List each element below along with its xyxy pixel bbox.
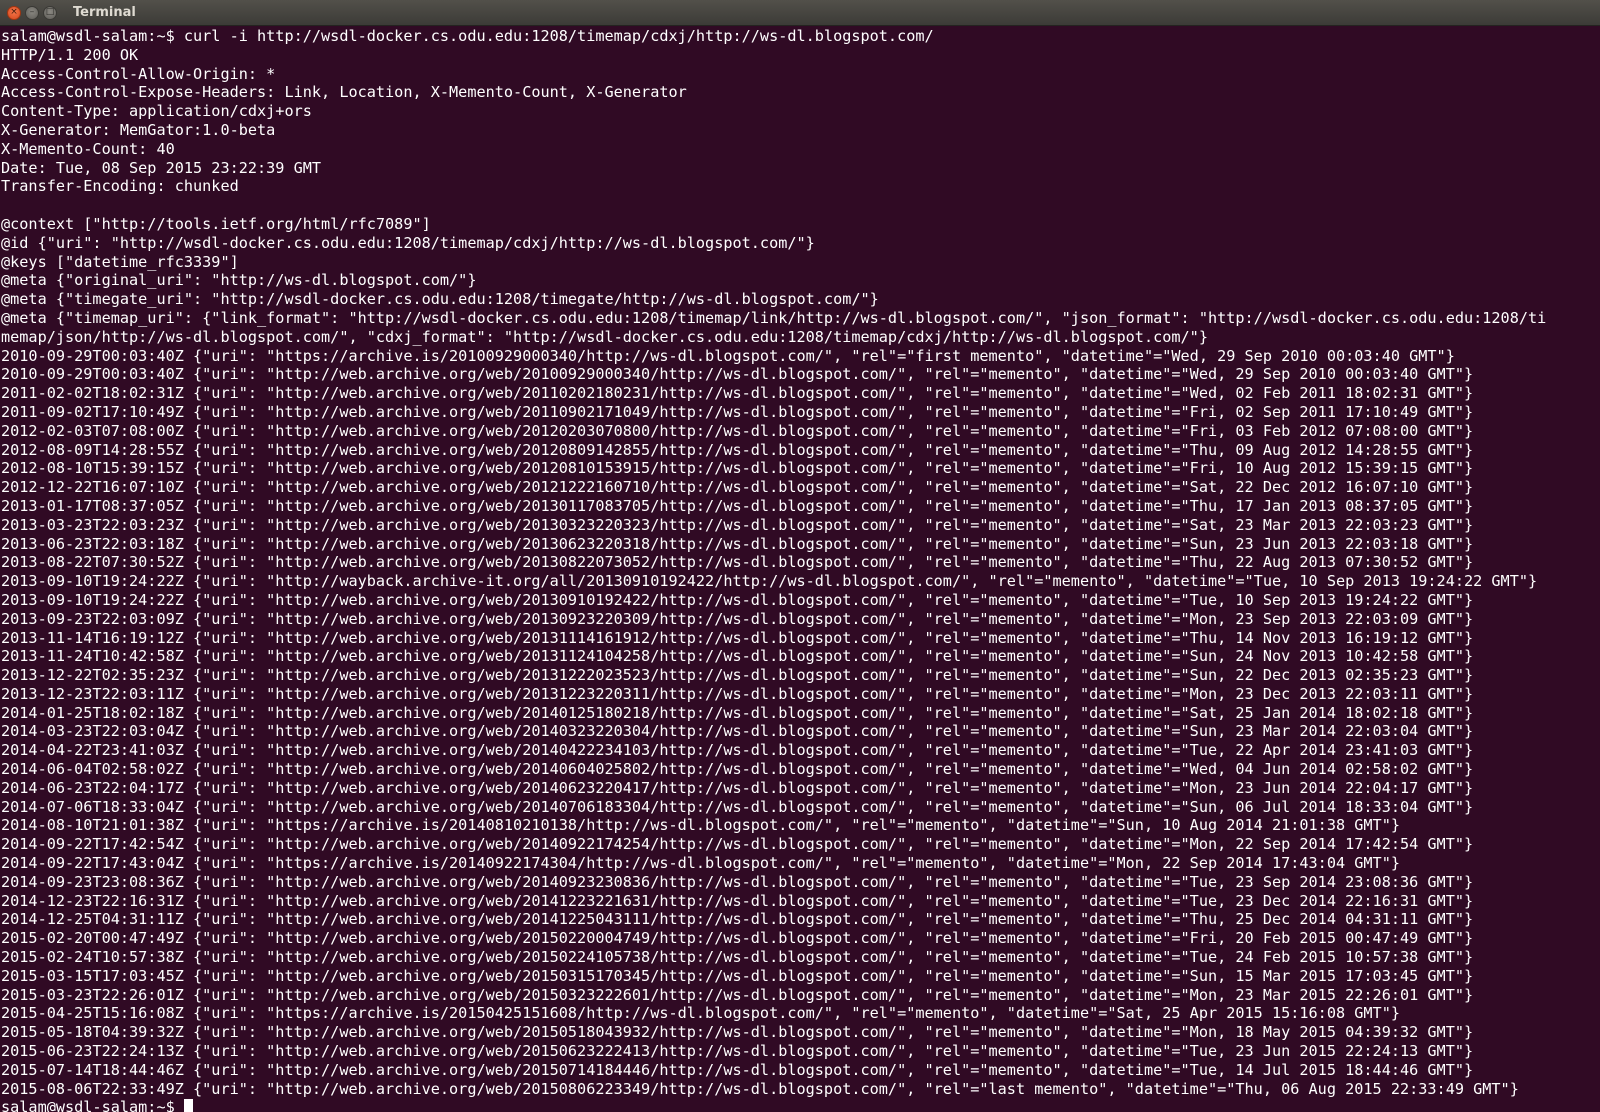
terminal-prompt-line[interactable]: salam@wsdl-salam:~$ [1, 1098, 1600, 1112]
maximize-icon: □ [45, 7, 55, 17]
terminal-output-line: 2013-09-10T19:24:22Z {"uri": "http://web… [1, 590, 1474, 609]
terminal-output-line: memap/json/http://ws-dl.blogspot.com/", … [1, 327, 1208, 346]
terminal-output-line: salam@wsdl-salam:~$ curl -i http://wsdl-… [1, 27, 934, 45]
terminal-output-line: 2011-02-02T18:02:31Z {"uri": "http://web… [1, 384, 1474, 403]
window-title: Terminal [73, 5, 136, 20]
terminal-output-line: 2014-03-23T22:03:04Z {"uri": "http://web… [1, 722, 1474, 741]
terminal-output-line: @id {"uri": "http://wsdl-docker.cs.odu.e… [1, 233, 815, 252]
terminal-output-line: 2010-09-29T00:03:40Z {"uri": "http://web… [1, 365, 1474, 384]
terminal-output-line: 2012-02-03T07:08:00Z {"uri": "http://web… [1, 421, 1474, 440]
terminal-output-line: 2014-09-23T23:08:36Z {"uri": "http://web… [1, 872, 1474, 891]
terminal-output-line: 2012-08-10T15:39:15Z {"uri": "http://web… [1, 459, 1474, 478]
terminal-output-line: 2015-07-14T18:44:46Z {"uri": "http://web… [1, 1060, 1474, 1079]
terminal-output-line: 2014-04-22T23:41:03Z {"uri": "http://web… [1, 741, 1474, 760]
terminal-output-line: Content-Type: application/cdxj+ors [1, 102, 312, 121]
terminal-output-line: @keys ["datetime_rfc3339"] [1, 252, 239, 271]
text-cursor [183, 1099, 193, 1112]
terminal-output-line: X-Memento-Count: 40 [1, 139, 175, 158]
terminal-output-line: 2014-12-23T22:16:31Z {"uri": "http://web… [1, 891, 1474, 910]
shell-prompt: salam@wsdl-salam:~$ [1, 1098, 184, 1112]
terminal-output-line: 2013-11-14T16:19:12Z {"uri": "http://web… [1, 628, 1474, 647]
terminal-output-line: 2014-07-06T18:33:04Z {"uri": "http://web… [1, 797, 1474, 816]
terminal-output-line: 2014-09-22T17:42:54Z {"uri": "http://web… [1, 835, 1474, 854]
terminal-output-line: 2013-01-17T08:37:05Z {"uri": "http://web… [1, 496, 1474, 515]
terminal-output-line: Transfer-Encoding: chunked [1, 177, 239, 196]
close-icon: × [10, 7, 18, 17]
terminal-output-line: 2014-12-25T04:31:11Z {"uri": "http://web… [1, 910, 1474, 929]
close-window-button[interactable]: × [7, 5, 21, 20]
terminal-output-line: Date: Tue, 08 Sep 2015 23:22:39 GMT [1, 158, 322, 177]
terminal-output-line: 2015-02-24T10:57:38Z {"uri": "http://web… [1, 948, 1474, 967]
terminal-output-line: 2011-09-02T17:10:49Z {"uri": "http://web… [1, 402, 1474, 421]
terminal-output-line: @context ["http://tools.ietf.org/html/rf… [1, 214, 431, 233]
window-titlebar[interactable]: × – □ Terminal [0, 0, 1600, 26]
terminal-output-line: @meta {"timegate_uri": "http://wsdl-dock… [1, 290, 879, 309]
terminal-output-line: 2013-09-10T19:24:22Z {"uri": "http://way… [1, 572, 1538, 591]
terminal-output-line: 2013-11-24T10:42:58Z {"uri": "http://web… [1, 647, 1474, 666]
minimize-icon: – [29, 7, 35, 17]
terminal-output-line: 2014-06-04T02:58:02Z {"uri": "http://web… [1, 760, 1474, 779]
terminal-output-line: 2015-08-06T22:33:49Z {"uri": "http://web… [1, 1079, 1519, 1098]
terminal-output-line: 2015-04-25T15:16:08Z {"uri": "https://ar… [1, 1004, 1400, 1023]
terminal-output-line: 2015-05-18T04:39:32Z {"uri": "http://web… [1, 1023, 1474, 1042]
terminal-output-line: 2010-09-29T00:03:40Z {"uri": "https://ar… [1, 346, 1455, 365]
terminal-output-line: 2015-03-15T17:03:45Z {"uri": "http://web… [1, 966, 1474, 985]
terminal-output-line: 2012-08-09T14:28:55Z {"uri": "http://web… [1, 440, 1474, 459]
terminal-output-line: 2013-09-23T22:03:09Z {"uri": "http://web… [1, 609, 1474, 628]
terminal-output-line: Access-Control-Allow-Origin: * [1, 64, 276, 83]
terminal-output-line: Access-Control-Expose-Headers: Link, Loc… [1, 83, 687, 102]
maximize-window-button[interactable]: □ [43, 5, 57, 20]
terminal-output-line: 2015-02-20T00:47:49Z {"uri": "http://web… [1, 929, 1474, 948]
terminal-screen[interactable]: salam@wsdl-salam:~$ curl -i http://wsdl-… [0, 26, 1600, 1112]
terminal-output-line: 2015-06-23T22:24:13Z {"uri": "http://web… [1, 1042, 1474, 1061]
terminal-output-line: 2013-12-22T02:35:23Z {"uri": "http://web… [1, 666, 1474, 685]
terminal-output-line: 2013-06-23T22:03:18Z {"uri": "http://web… [1, 534, 1474, 553]
terminal-output-line: @meta {"timemap_uri": {"link_format": "h… [1, 308, 1547, 327]
minimize-window-button[interactable]: – [25, 5, 39, 20]
terminal-output-line: 2015-03-23T22:26:01Z {"uri": "http://web… [1, 985, 1474, 1004]
terminal-output-line: 2014-06-23T22:04:17Z {"uri": "http://web… [1, 778, 1474, 797]
terminal-output-line: 2014-01-25T18:02:18Z {"uri": "http://web… [1, 703, 1474, 722]
terminal-output-line: 2014-08-10T21:01:38Z {"uri": "https://ar… [1, 816, 1400, 835]
terminal-output-line: 2014-09-22T17:43:04Z {"uri": "https://ar… [1, 854, 1400, 873]
window-controls: × – □ [0, 5, 57, 20]
terminal-output-line: HTTP/1.1 200 OK [1, 45, 139, 64]
terminal-output-line: 2012-12-22T16:07:10Z {"uri": "http://web… [1, 478, 1474, 497]
terminal-output-line: 2013-03-23T22:03:23Z {"uri": "http://web… [1, 515, 1474, 534]
terminal-output-line: 2013-12-23T22:03:11Z {"uri": "http://web… [1, 684, 1474, 703]
terminal-output-line: 2013-08-22T07:30:52Z {"uri": "http://web… [1, 553, 1474, 572]
terminal-output-line: X-Generator: MemGator:1.0-beta [1, 120, 276, 139]
terminal-output-line: @meta {"original_uri": "http://ws-dl.blo… [1, 271, 477, 290]
